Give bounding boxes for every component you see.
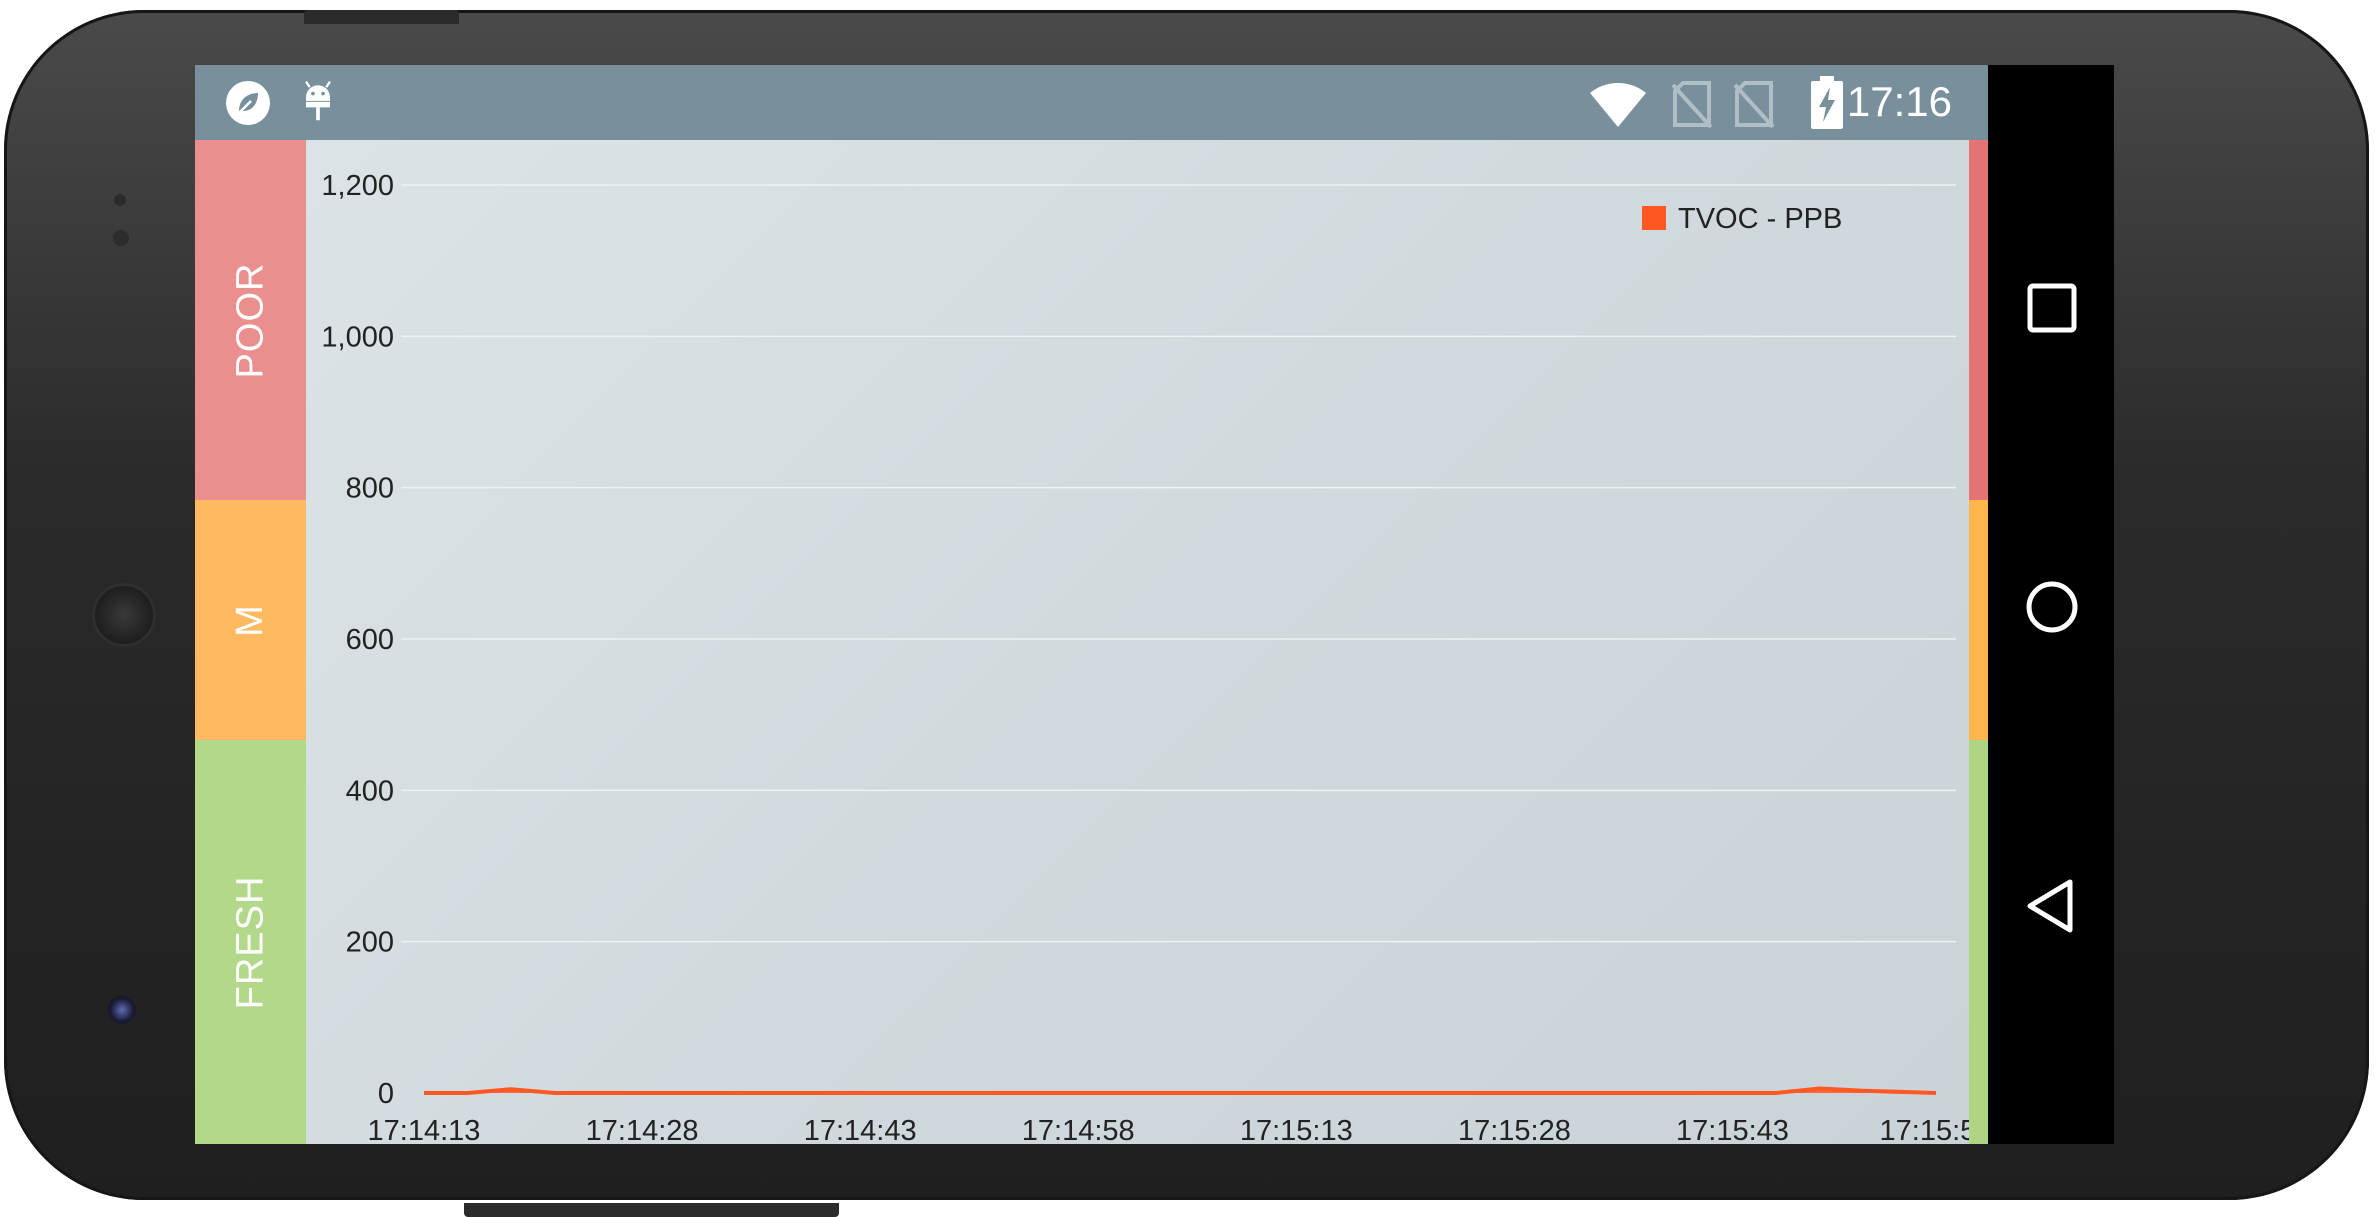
x-axis-labels: 17:14:13 17:14:28 17:14:43 17:14:58 17:15:13… [368,1115,1993,1144]
device-screen: 17:16 POOR M FRESH 0 200 400 600 800 1,000 1,2… [195,65,2114,1144]
chart-screen: POOR M FRESH 0 200 400 600 800 1,000 1,200 17:… [195,140,1993,1144]
y-tick-label: 200 [346,927,394,959]
home-icon[interactable] [2024,579,2080,635]
series-line [424,1086,1937,1095]
grid-lines [401,184,1956,943]
back-icon[interactable] [2024,878,2080,934]
earpiece-speaker [92,583,156,647]
y-axis-labels: 0 200 400 600 800 1,000 1,200 [321,170,394,1110]
band-label-poor: POOR [229,262,271,378]
no-sim-icon [1733,81,1775,129]
battery-charging-icon [1811,76,1843,129]
x-tick-label: 17:15:57 [1880,1115,1969,1144]
front-camera [108,996,136,1024]
band-label-fresh: FRESH [229,875,272,1009]
band-fresh: FRESH [195,740,306,1144]
band-moderate: M [195,500,306,740]
y-tick-label: 0 [378,1078,394,1110]
x-tick-label: 17:15:43 [1676,1115,1789,1144]
x-tick-label: 17:14:58 [1022,1115,1135,1144]
volume-button [464,1203,839,1217]
x-tick-label: 17:14:28 [586,1115,699,1144]
quality-strip-fresh [1969,740,1988,1144]
band-label-moderate: M [229,603,271,637]
leaf-icon [226,81,270,125]
wifi-icon [1590,82,1646,127]
band-poor: POOR [195,140,306,500]
y-tick-label: 400 [346,775,394,807]
quality-strip-moderate [1969,500,1988,740]
no-sim-icon [1671,81,1713,129]
power-button [304,10,459,24]
android-debug-icon [305,80,331,121]
x-tick-label: 17:15:28 [1458,1115,1571,1144]
y-tick-label: 800 [346,473,394,505]
series-layer [424,1086,1937,1095]
x-tick-label: 17:15:13 [1240,1115,1353,1144]
proximity-sensor [114,194,126,206]
status-bar: 17:16 [195,65,1988,140]
y-tick-label: 1,000 [321,321,394,353]
legend: TVOC - PPB [1642,203,1842,235]
chart-canvas: 0 200 400 600 800 1,000 1,200 17:14:13 17:14:28… [321,170,1993,1144]
recent-apps-icon[interactable] [2024,280,2080,336]
legend-swatch [1642,206,1666,230]
navigation-bar [1988,65,2114,1144]
legend-label: TVOC - PPB [1678,203,1842,235]
status-time: 17:16 [1846,78,1952,125]
x-tick-label: 17:14:13 [368,1115,481,1144]
x-tick-label: 17:14:43 [804,1115,917,1144]
y-tick-label: 600 [346,624,394,656]
tvoc-line-chart: 0 200 400 600 800 1,000 1,200 17:14:13 17:14:28… [306,140,1993,1144]
quality-strip-poor [1969,140,1988,500]
light-sensor [113,230,129,246]
y-tick-label: 1,200 [321,170,394,202]
